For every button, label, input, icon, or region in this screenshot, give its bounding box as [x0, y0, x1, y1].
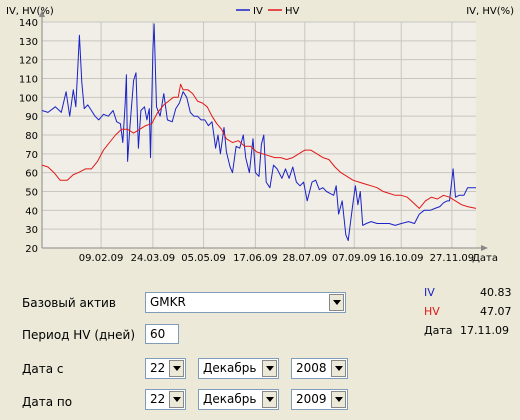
hv-period-label: Период HV (дней)	[22, 328, 136, 342]
legend-label-hv: HV	[285, 6, 300, 17]
date-to-month-select[interactable]: Декабрь	[198, 389, 279, 410]
chevron-down-icon[interactable]	[331, 360, 346, 377]
x-axis-arrow	[481, 245, 488, 251]
x-tick-label: 09.02.09	[79, 253, 124, 264]
date-to-label: Дата по	[22, 395, 73, 409]
y-tick-label: 90	[25, 112, 38, 123]
date-to-year-value: 2009	[296, 392, 327, 406]
chevron-down-icon[interactable]	[331, 391, 346, 408]
date-to-month-value: Декабрь	[203, 392, 257, 406]
x-tick-label: 16.10.09	[379, 253, 424, 264]
y-tick-label: 110	[19, 75, 38, 86]
date-from-year-value: 2008	[296, 361, 327, 375]
chevron-down-icon[interactable]	[329, 294, 344, 311]
base-asset-label: Базовый актив	[22, 296, 116, 310]
x-tick-label: 05.05.09	[181, 253, 226, 264]
readout-date-label: Дата	[424, 324, 453, 337]
y-tick-label: 130	[19, 37, 38, 48]
chart-legend: IV HV	[236, 6, 300, 17]
readout-hv-value: 47.07	[480, 305, 512, 318]
base-asset-select[interactable]: GMKR	[145, 292, 346, 313]
y-tick-label: 30	[25, 225, 38, 236]
x-tick-label: 27.11.09	[430, 253, 475, 264]
date-from-year-select[interactable]: 2008	[291, 358, 348, 379]
readout-iv-label: IV	[424, 286, 435, 299]
x-axis-end-label: Дата	[472, 253, 498, 264]
date-to-day-value: 22	[150, 392, 166, 406]
date-from-month-value: Декабрь	[203, 361, 257, 375]
y-tick-label: 100	[19, 93, 38, 104]
y-tick-label: 50	[25, 188, 38, 199]
date-from-day-value: 22	[150, 361, 166, 375]
x-tick-label: 24.03.09	[131, 253, 176, 264]
chevron-down-icon[interactable]	[169, 360, 184, 377]
base-asset-value: GMKR	[150, 295, 186, 309]
readout-hv-label: HV	[424, 305, 440, 318]
hv-period-input[interactable]: 60	[145, 324, 179, 344]
volatility-chart: 20 30 40 50 60 70 80 90 100 110 120 130 140 09.02.09 2…	[6, 6, 514, 264]
y-tick-label: 70	[25, 150, 38, 161]
x-tick-label: 17.06.09	[233, 253, 278, 264]
date-from-label: Дата с	[22, 362, 64, 376]
chevron-down-icon[interactable]	[262, 360, 277, 377]
date-to-year-select[interactable]: 2009	[291, 389, 348, 410]
chevron-down-icon[interactable]	[169, 391, 184, 408]
chevron-down-icon[interactable]	[262, 391, 277, 408]
y-tick-label: 40	[25, 206, 38, 217]
date-from-day-select[interactable]: 22	[145, 358, 186, 379]
y-axis-label-left: IV, HV(%)	[6, 6, 54, 17]
y-axis-label-right: IV, HV(%)	[466, 6, 514, 17]
legend-label-iv: IV	[253, 6, 263, 17]
y-tick-label: 20	[25, 244, 38, 255]
x-tick-label: 07.09.09	[332, 253, 377, 264]
readout-iv-value: 40.83	[480, 286, 512, 299]
y-tick-label: 60	[25, 169, 38, 180]
date-to-day-select[interactable]: 22	[145, 389, 186, 410]
date-from-month-select[interactable]: Декабрь	[198, 358, 279, 379]
y-tick-label: 120	[19, 56, 38, 67]
y-tick-label: 80	[25, 131, 38, 142]
readout-date-value: 17.11.09	[460, 324, 509, 337]
y-tick-label: 140	[19, 18, 38, 29]
x-tick-label: 28.07.09	[283, 253, 328, 264]
